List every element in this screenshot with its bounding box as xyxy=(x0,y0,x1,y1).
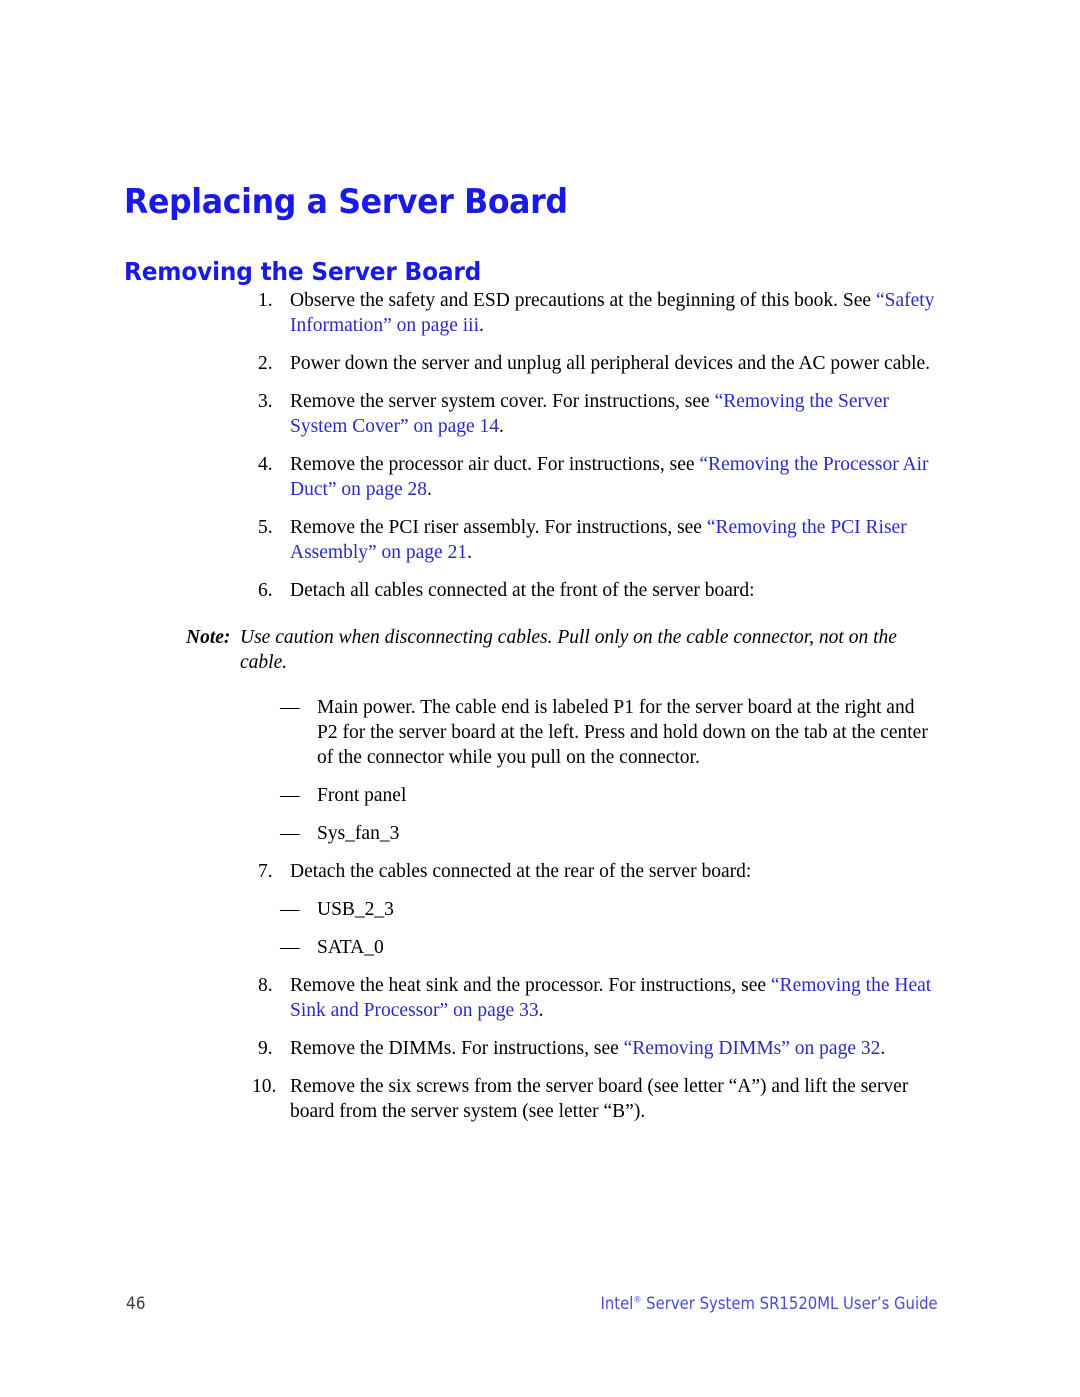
step-text: Observe the safety and ESD precautions a… xyxy=(290,290,934,336)
step-text: Remove the DIMMs. For instructions, see … xyxy=(290,1038,885,1059)
procedure-body: 1. Observe the safety and ESD precautions… xyxy=(0,288,1080,1137)
document-page: Replacing a Server Board Removing the Se… xyxy=(0,0,1080,1397)
step-text: Power down the server and unplug all per… xyxy=(290,353,930,374)
step-text: Detach all cables connected at the front… xyxy=(290,580,755,601)
footer-brand: Intel xyxy=(600,1294,634,1313)
dash-bullet-text: Front panel xyxy=(317,785,407,806)
dash-bullet-item: — USB_2_3 xyxy=(0,897,1080,922)
step-text: Detach the cables connected at the rear … xyxy=(290,861,752,882)
step-text: Remove the heat sink and the processor. … xyxy=(290,975,931,1021)
dash-bullet-text: SATA_0 xyxy=(317,937,384,958)
step-text: Remove the server system cover. For inst… xyxy=(290,391,889,437)
step-text-run: . xyxy=(538,1000,544,1021)
cross-reference-link[interactable]: “Removing DIMMs” on page 32 xyxy=(624,1038,881,1059)
em-dash-bullet-icon: — xyxy=(280,785,300,806)
step-marker: 9. xyxy=(258,1038,273,1059)
step-text: Remove the PCI riser assembly. For instr… xyxy=(290,517,907,563)
numbered-step: 6. Detach all cables connected at the fro… xyxy=(0,578,1080,603)
numbered-step: 8. Remove the heat sink and the processor… xyxy=(0,973,1080,1023)
numbered-step: 3. Remove the server system cover. For in… xyxy=(0,389,1080,439)
step-text-run: Remove the DIMMs. For instructions, see xyxy=(290,1038,624,1059)
step-marker: 8. xyxy=(258,975,273,996)
footer-page-number: 46 xyxy=(126,1294,146,1314)
numbered-step: 5. Remove the PCI riser assembly. For ins… xyxy=(0,515,1080,565)
step-marker: 2. xyxy=(258,353,273,374)
note-block: Note: Use caution when disconnecting cab… xyxy=(0,625,1080,675)
step-text-run: Remove the PCI riser assembly. For instr… xyxy=(290,517,707,538)
dash-bullet-text: USB_2_3 xyxy=(317,899,394,920)
step-7: 7. Detach the cables connected at the re… xyxy=(0,859,1080,884)
section-heading: Removing the Server Board xyxy=(124,256,482,286)
step-marker: 6. xyxy=(258,580,273,601)
note-text: Use caution when disconnecting cables. P… xyxy=(240,627,897,673)
step-marker: 7. xyxy=(258,861,273,882)
step-text-run: Remove the server system cover. For inst… xyxy=(290,391,715,412)
page-footer: 46 Intel® Server System SR1520ML User’s … xyxy=(0,1294,1080,1324)
rear-cables-list: — USB_2_3 — SATA_0 xyxy=(0,897,1080,960)
step-marker: 3. xyxy=(258,391,273,412)
em-dash-bullet-icon: — xyxy=(280,899,300,920)
numbered-step: 1. Observe the safety and ESD precautions… xyxy=(0,288,1080,338)
step-marker: 10. xyxy=(252,1076,277,1097)
step-text-run: Observe the safety and ESD precautions a… xyxy=(290,290,876,311)
step-text-run: . xyxy=(880,1038,886,1059)
dash-bullet-item: — Front panel xyxy=(0,783,1080,808)
step-text-run: . xyxy=(499,416,504,437)
dash-bullet-item: — Main power. The cable end is labeled P1… xyxy=(0,695,1080,770)
note-label: Note: xyxy=(186,627,231,648)
numbered-step: 2. Power down the server and unplug all p… xyxy=(0,351,1080,376)
step-marker: 4. xyxy=(258,454,273,475)
footer-guide-title: Intel® Server System SR1520ML User’s Gui… xyxy=(601,1294,938,1313)
em-dash-bullet-icon: — xyxy=(280,937,300,958)
step-text: Remove the processor air duct. For instr… xyxy=(290,454,929,500)
numbered-step: 9. Remove the DIMMs. For instructions, se… xyxy=(0,1036,1080,1061)
em-dash-bullet-icon: — xyxy=(280,823,300,844)
step-text-run: Remove the heat sink and the processor. … xyxy=(290,975,771,996)
step-text-run: Remove the processor air duct. For instr… xyxy=(290,454,700,475)
numbered-step: 4. Remove the processor air duct. For ins… xyxy=(0,452,1080,502)
step-text-run: Remove the six screws from the server bo… xyxy=(290,1076,909,1122)
step-marker: 5. xyxy=(258,517,273,538)
dash-bullet-item: — Sys_fan_3 xyxy=(0,821,1080,846)
footer-guide-name: Server System SR1520ML User’s Guide xyxy=(641,1294,938,1313)
step-text-run: . xyxy=(467,542,472,563)
step-text-run: Detach all cables connected at the front… xyxy=(290,580,755,601)
dash-bullet-text: Main power. The cable end is labeled P1 … xyxy=(317,697,928,768)
front-cables-list: — Main power. The cable end is labeled P1… xyxy=(0,695,1080,846)
step-text-run: . xyxy=(478,315,484,336)
numbered-step: 10. Remove the six screws from the server… xyxy=(0,1074,1080,1124)
dash-bullet-item: — SATA_0 xyxy=(0,935,1080,960)
steps-group-2: 8. Remove the heat sink and the processor… xyxy=(0,973,1080,1124)
steps-group-1: 1. Observe the safety and ESD precautions… xyxy=(0,288,1080,603)
page-title: Replacing a Server Board xyxy=(124,181,568,222)
step-text-run: Power down the server and unplug all per… xyxy=(290,353,931,374)
dash-bullet-text: Sys_fan_3 xyxy=(317,823,400,844)
em-dash-bullet-icon: — xyxy=(280,697,300,718)
step-marker: 1. xyxy=(258,290,273,311)
step-text: Remove the six screws from the server bo… xyxy=(290,1076,908,1122)
step-text-run: . xyxy=(427,479,432,500)
